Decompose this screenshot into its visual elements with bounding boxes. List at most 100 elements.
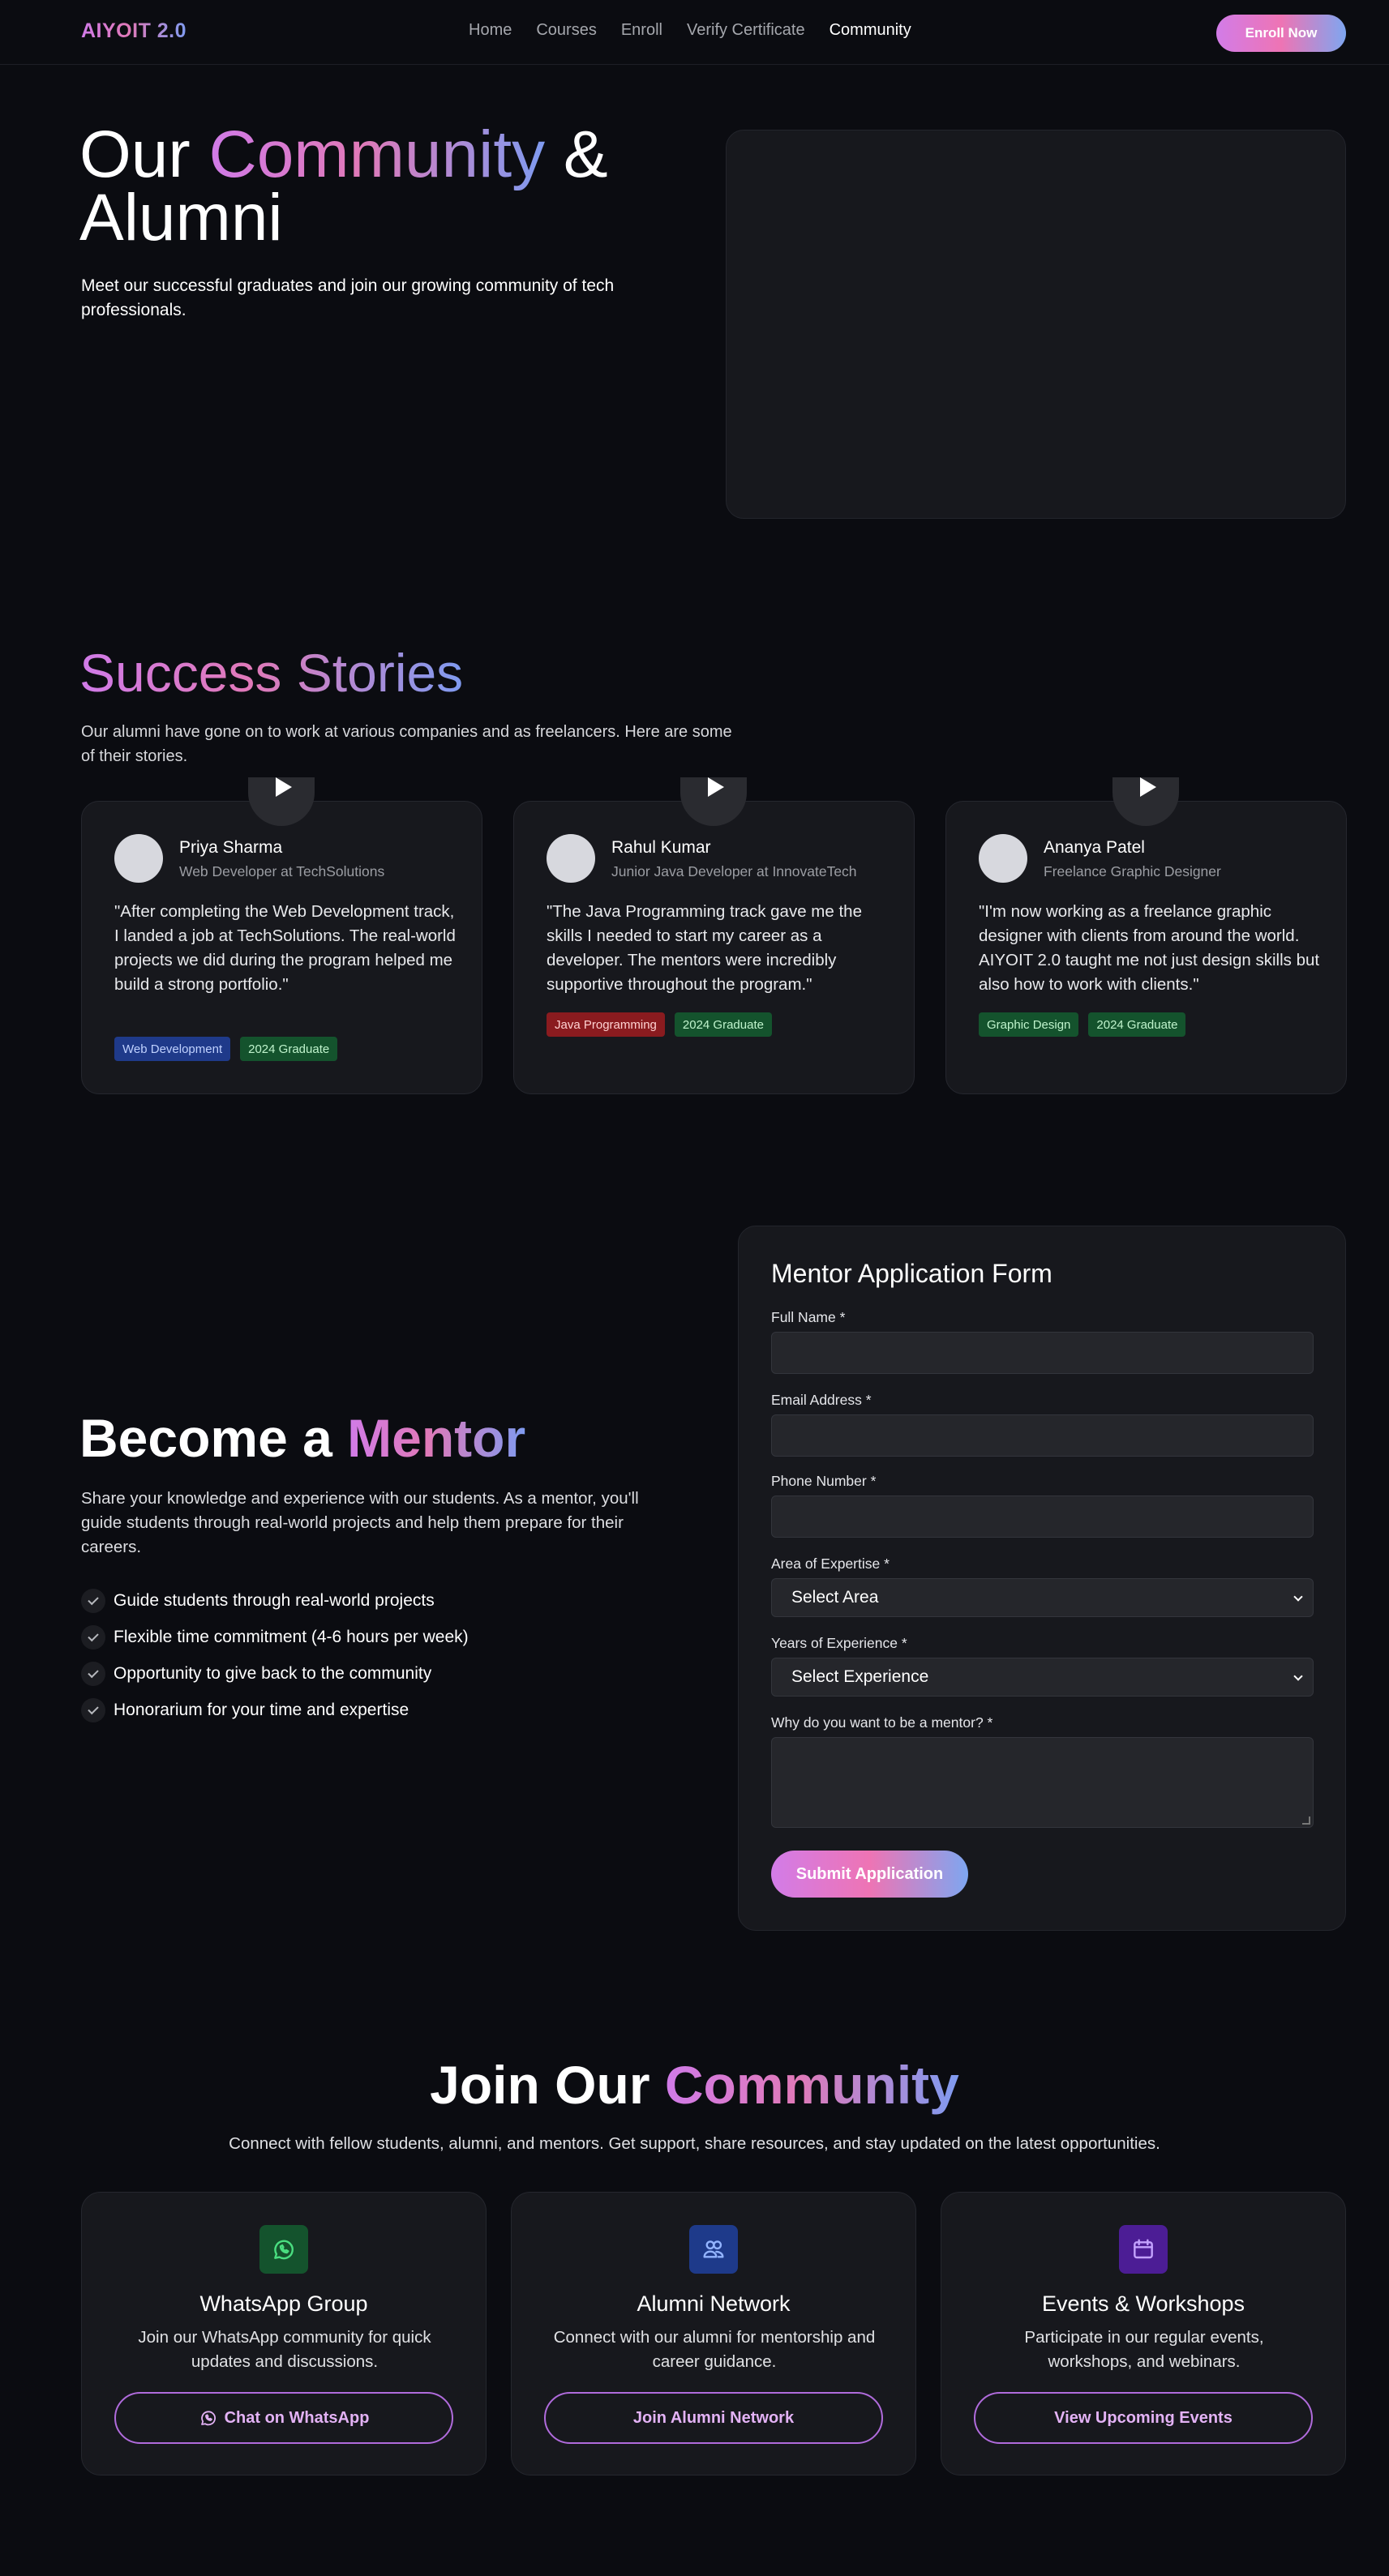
story-role: Junior Java Developer at InnovateTech (611, 863, 857, 879)
button-label: Chat on WhatsApp (224, 2408, 370, 2427)
join-community-subtitle: Connect with fellow students, alumni, an… (229, 2134, 1160, 2153)
submit-application-button[interactable]: Submit Application (771, 1851, 968, 1898)
mentor-title-pre: Become a (79, 1408, 348, 1468)
button-label: Join Alumni Network (632, 2408, 795, 2427)
why-mentor-label: Why do you want to be a mentor? * (771, 1714, 993, 1731)
hero-title: Our Community & Alumni (79, 122, 696, 251)
card-description: Connect with our alumni for mentorship a… (553, 2328, 876, 2371)
card-title: WhatsApp Group (199, 2291, 368, 2316)
enroll-now-button[interactable]: Enroll Now (1216, 15, 1346, 52)
benefit-text: Opportunity to give back to the communit… (114, 1663, 432, 1683)
full-name-field[interactable] (771, 1332, 1314, 1374)
story-card: Priya Sharma Web Developer at TechSoluti… (81, 777, 482, 1094)
success-stories-subtitle: Our alumni have gone on to work at vario… (81, 723, 732, 765)
join-title-pre: Join Our (430, 2055, 665, 2115)
list-item: Flexible time commitment (4-6 hours per … (81, 1619, 469, 1655)
whatsapp-icon (259, 2225, 308, 2274)
list-item: Opportunity to give back to the communit… (81, 1655, 469, 1692)
story-tag: Web Development (114, 1037, 231, 1061)
card-description: Participate in our regular events, works… (1024, 2328, 1264, 2371)
why-mentor-textarea[interactable] (771, 1737, 1314, 1828)
email-label: Email Address * (771, 1392, 872, 1408)
mentor-subtitle: Share your knowledge and experience with… (81, 1489, 639, 1556)
mentor-application-form: Mentor Application Form Full Name * Emai… (738, 1226, 1346, 1931)
join-title-accent: Community (664, 2055, 959, 2115)
check-icon (81, 1624, 105, 1650)
years-experience-label: Years of Experience * (771, 1635, 907, 1651)
whatsapp-icon (200, 2411, 216, 2426)
story-quote: "The Java Programming track gave me the … (547, 902, 862, 994)
avatar (547, 834, 595, 883)
avatar (979, 834, 1027, 883)
story-tag: Graphic Design (979, 1012, 1079, 1037)
check-icon (81, 1661, 105, 1686)
area-select-value: Select Area (791, 1588, 879, 1607)
years-experience-select[interactable]: Select Experience (771, 1658, 1314, 1697)
community-card-whatsapp: WhatsApp Group Join our WhatsApp communi… (81, 2192, 487, 2475)
chevron-down-icon (1293, 1671, 1303, 1681)
full-name-label: Full Name * (771, 1309, 846, 1325)
nav-link-courses[interactable]: Courses (536, 21, 596, 40)
play-video-icon[interactable] (680, 777, 747, 826)
email-field[interactable] (771, 1414, 1314, 1457)
nav-link-home[interactable]: Home (469, 21, 512, 40)
card-description: Join our WhatsApp community for quick up… (138, 2328, 431, 2371)
check-icon (81, 1588, 105, 1613)
story-tag: 2024 Graduate (240, 1037, 338, 1061)
card-title: Events & Workshops (1041, 2291, 1245, 2316)
form-title: Mentor Application Form (771, 1259, 1052, 1288)
years-select-value: Select Experience (791, 1667, 929, 1686)
area-of-expertise-select[interactable]: Select Area (771, 1578, 1314, 1617)
story-role: Web Developer at TechSolutions (179, 863, 385, 879)
top-navbar: AIYOIT 2.0 Home Courses Enroll Verify Ce… (0, 0, 1389, 65)
join-community-title: Join Our Community (0, 2052, 1389, 2117)
hero-media-placeholder (726, 130, 1346, 519)
success-stories-title: Success Stories (79, 643, 464, 703)
chat-on-whatsapp-button[interactable]: Chat on WhatsApp (114, 2392, 453, 2444)
benefit-text: Guide students through real-world projec… (114, 1590, 435, 1610)
join-alumni-network-button[interactable]: Join Alumni Network (544, 2392, 883, 2444)
story-tags: Web Development 2024 Graduate (114, 1037, 338, 1061)
hero-subtitle: Meet our successful graduates and join o… (81, 276, 615, 319)
area-of-expertise-label: Area of Expertise * (771, 1555, 890, 1572)
story-name: Ananya Patel (1044, 838, 1145, 857)
phone-field[interactable] (771, 1496, 1314, 1538)
story-tag: 2024 Graduate (674, 1012, 772, 1037)
story-tags: Graphic Design 2024 Graduate (979, 1012, 1186, 1037)
check-icon (81, 1697, 105, 1722)
story-tag: Java Programming (547, 1012, 665, 1037)
users-icon (689, 2225, 738, 2274)
view-upcoming-events-button[interactable]: View Upcoming Events (974, 2392, 1313, 2444)
community-card-alumni: Alumni Network Connect with our alumni f… (511, 2192, 916, 2475)
chevron-down-icon (1293, 1592, 1303, 1602)
story-name: Rahul Kumar (611, 838, 711, 857)
story-quote: "After completing the Web Development tr… (114, 902, 456, 994)
story-card: Rahul Kumar Junior Java Developer at Inn… (513, 777, 915, 1094)
phone-label: Phone Number * (771, 1473, 877, 1489)
list-item: Honorarium for your time and expertise (81, 1692, 469, 1728)
benefit-text: Flexible time commitment (4-6 hours per … (114, 1627, 469, 1646)
benefit-text: Honorarium for your time and expertise (114, 1700, 409, 1719)
nav-link-community[interactable]: Community (830, 21, 911, 40)
story-name: Priya Sharma (179, 838, 283, 857)
play-video-icon[interactable] (248, 777, 315, 826)
nav-link-enroll[interactable]: Enroll (621, 21, 662, 40)
nav-link-verify-certificate[interactable]: Verify Certificate (687, 21, 805, 40)
nav-links: Home Courses Enroll Verify Certificate C… (469, 21, 911, 40)
story-role: Freelance Graphic Designer (1044, 863, 1221, 879)
story-tag: 2024 Graduate (1088, 1012, 1186, 1037)
button-label: View Upcoming Events (1054, 2408, 1233, 2427)
play-video-icon[interactable] (1112, 777, 1179, 826)
story-quote: "I'm now working as a freelance graphic … (979, 902, 1320, 994)
site-logo[interactable]: AIYOIT 2.0 (81, 19, 186, 43)
card-title: Alumni Network (637, 2291, 791, 2316)
avatar (114, 834, 163, 883)
calendar-icon (1119, 2225, 1168, 2274)
story-tags: Java Programming 2024 Graduate (547, 1012, 772, 1037)
story-card: Ananya Patel Freelance Graphic Designer … (945, 777, 1347, 1094)
list-item: Guide students through real-world projec… (81, 1582, 469, 1619)
mentor-title-accent: Mentor (347, 1408, 526, 1468)
mentor-benefits-list: Guide students through real-world projec… (81, 1582, 469, 1728)
mentor-title: Become a Mentor (79, 1404, 525, 1472)
community-card-events: Events & Workshops Participate in our re… (941, 2192, 1346, 2475)
